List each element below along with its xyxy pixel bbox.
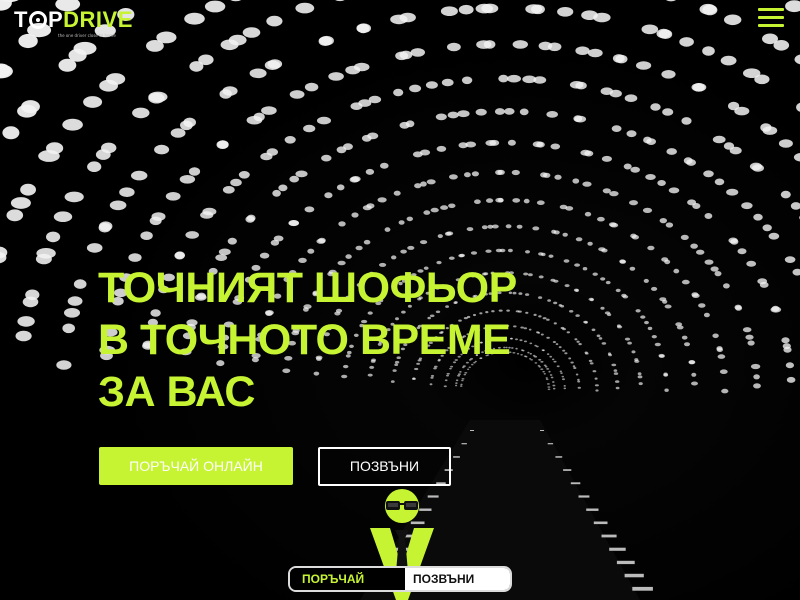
headline-line-1: ТОЧНИЯТ ШОФЬОР — [98, 264, 517, 312]
order-online-button[interactable]: ПОРЪЧАЙ ОНЛАЙН — [99, 447, 293, 485]
headline-line-3: ЗА ВАС — [98, 368, 255, 416]
headline-line-2: В ТОЧНОТО ВРЕМЕ — [98, 316, 511, 364]
bottom-order-button[interactable]: ПОРЪЧАЙ — [290, 568, 405, 590]
logo-wordmark: T PDRIVE — [14, 7, 133, 32]
topdrive-logo[interactable]: T PDRIVE the one driver close to home — [14, 8, 134, 40]
bottom-action-bar: ПОРЪЧАЙ ПОЗВЪНИ — [288, 566, 512, 592]
call-button[interactable]: ПОЗВЪНИ — [318, 447, 451, 486]
steering-wheel-icon — [28, 11, 47, 29]
hamburger-menu-icon[interactable] — [758, 6, 786, 30]
hero-headline: ТОЧНИЯТ ШОФЬОР В ТОЧНОТО ВРЕМЕ ЗА ВАС — [98, 262, 658, 418]
bottom-call-button[interactable]: ПОЗВЪНИ — [405, 568, 510, 590]
logo-tagline: the one driver close to home — [58, 33, 116, 38]
